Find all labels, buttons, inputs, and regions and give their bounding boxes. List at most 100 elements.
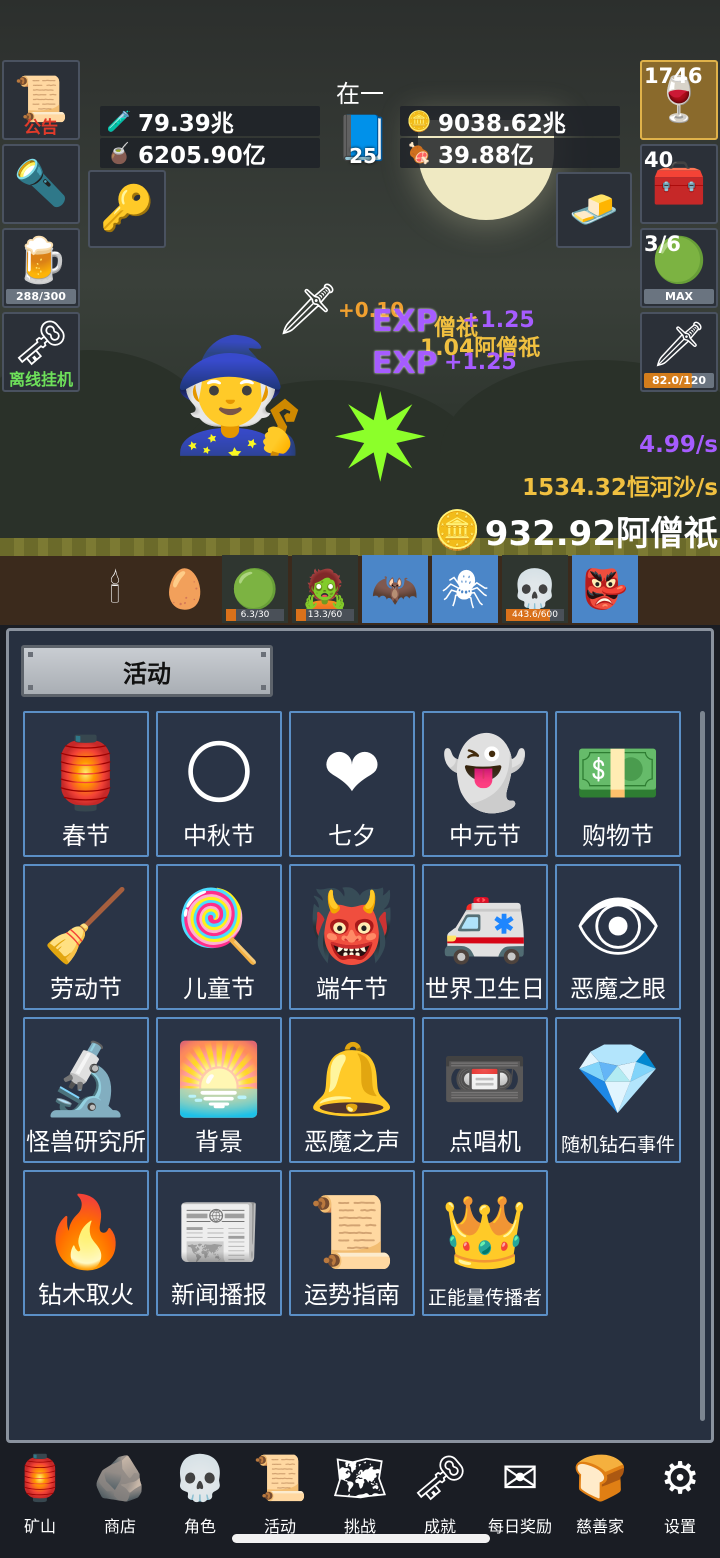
activity-tile-label: 正能量传播者 <box>427 1287 542 1309</box>
heart-icon: ❤ <box>322 732 382 814</box>
monster-slot[interactable]: 🦇 <box>362 555 428 623</box>
golden-key-icon: 🔑 <box>99 183 155 234</box>
ghost-icon: 👻 <box>441 732 529 814</box>
nav-item-gear[interactable]: ⚙ 设置 <box>640 1449 720 1549</box>
activity-tile-label: 恶魔之声 <box>304 1128 400 1156</box>
nav-item-envelope[interactable]: ✉ 每日奖励 <box>480 1449 560 1549</box>
panel-scrollbar[interactable] <box>700 711 705 1421</box>
activity-tile[interactable]: 🧹 劳动节 <box>23 864 149 1010</box>
monster-slot[interactable]: 🥚 <box>152 555 218 623</box>
lollipop-icon: 🍭 <box>175 885 263 967</box>
monster-slot[interactable]: 💀 443.6/600 <box>502 555 568 623</box>
nav-label: 慈善家 <box>575 1517 624 1536</box>
blue-potion-icon: 🧪 <box>106 109 132 133</box>
activity-tile[interactable]: ❤ 七夕 <box>289 711 415 857</box>
key-icon: 🗝 <box>13 318 69 369</box>
activity-tile[interactable]: 👹 端午节 <box>289 864 415 1010</box>
activity-tile-label: 点唱机 <box>449 1128 521 1156</box>
beer-button[interactable]: 🍺 288/300 <box>2 228 80 308</box>
activity-tile-label: 运势指南 <box>304 1281 400 1309</box>
monster-level: 443.6/600 <box>506 609 564 621</box>
activity-tile[interactable]: 👑 正能量传播者 <box>422 1170 548 1316</box>
brush-icon: 🧹 <box>42 885 130 967</box>
activity-tile[interactable]: 💵 购物节 <box>555 711 681 857</box>
nav-item-shop[interactable]: 🪨 商店 <box>80 1449 160 1549</box>
nav-label: 角色 <box>183 1517 216 1536</box>
activity-tile-label: 春节 <box>62 822 110 850</box>
monster-slot[interactable]: 👺 <box>572 555 638 623</box>
sword-effect-icon: 🗡 <box>276 280 340 338</box>
activity-tile-label: 劳动节 <box>50 975 122 1003</box>
torch-button[interactable]: 🔦 <box>2 144 80 224</box>
gold-total: 🪙 932.92阿僧祇 <box>433 508 718 554</box>
eye-icon: 👁 <box>573 885 663 967</box>
shop-icon: 🪨 <box>92 1453 148 1504</box>
monster-slot[interactable]: 🟢 6.3/30 <box>222 555 288 623</box>
dragon-mask-icon: 👹 <box>308 885 396 967</box>
activity-tile[interactable]: 🔥 钻木取火 <box>23 1170 149 1316</box>
gold-bar-button[interactable]: 🧈 <box>556 172 632 248</box>
gear-icon: ⚙ <box>660 1453 700 1504</box>
bell-icon: 🔔 <box>308 1038 396 1120</box>
nav-item-lantern[interactable]: 🏮 矿山 <box>0 1449 80 1549</box>
activity-panel: 活动 🏮 春节 🌕 中秋节 ❤ 七夕 👻 中元节 💵 购物节 🧹 劳动节 🍭 儿童节 👹 端午节 🚑 世界卫生日 👁… <box>6 628 714 1443</box>
monster-slot[interactable]: 🕯 <box>82 555 148 623</box>
activity-tile[interactable]: 🔔 恶魔之声 <box>289 1017 415 1163</box>
moon-icon: 🌕 <box>182 732 256 814</box>
potion-button[interactable]: 🍷 1746 <box>640 60 718 140</box>
nav-label: 设置 <box>663 1517 696 1536</box>
activity-tile[interactable]: 🔬 怪兽研究所 <box>23 1017 149 1163</box>
ambulance-icon: 🚑 <box>441 885 529 967</box>
crown-icon: 👑 <box>441 1191 529 1273</box>
resource-coin: 🪙 9038.62兆 <box>400 106 620 137</box>
activity-tile[interactable]: 🍭 儿童节 <box>156 864 282 1010</box>
activity-tile-label: 钻木取火 <box>38 1281 134 1309</box>
nav-item-skull[interactable]: 💀 角色 <box>160 1449 240 1549</box>
activity-tile-label: 中元节 <box>449 822 521 850</box>
fire-stick-icon: 🔥 <box>42 1191 130 1273</box>
book-button[interactable]: 📘 25 <box>328 108 398 168</box>
resource-meat: 🍖 39.88亿 <box>400 138 620 169</box>
monster-slot[interactable]: 🧟 13.3/60 <box>292 555 358 623</box>
skull-icon: 💀 <box>172 1453 228 1504</box>
slime-button[interactable]: 🟢 3/6 MAX <box>640 228 718 308</box>
activity-tile[interactable]: 📜 运势指南 <box>289 1170 415 1316</box>
witch-character: 🧙 <box>170 331 307 459</box>
notice-button[interactable]: 📜 公告 <box>2 60 80 140</box>
newspaper-icon: 📰 <box>175 1191 263 1273</box>
exp-rate: 4.99/s <box>639 432 718 458</box>
activity-tile-label: 怪兽研究所 <box>26 1128 146 1156</box>
fortune-icon: 📜 <box>308 1191 396 1273</box>
level-badge: 25 <box>349 144 377 168</box>
offline-idle-button[interactable]: 🗝 离线挂机 <box>2 312 80 392</box>
activity-tile[interactable]: 🌕 中秋节 <box>156 711 282 857</box>
sword-button[interactable]: 🗡 82.0/120 <box>640 312 718 392</box>
nav-item-bread[interactable]: 🍞 慈善家 <box>560 1449 640 1549</box>
activity-tile-label: 新闻播报 <box>171 1281 267 1309</box>
beer-mug-icon: 🍺 <box>13 235 69 286</box>
nav-label: 商店 <box>103 1517 136 1536</box>
gold-bar-icon: 🧈 <box>569 187 619 233</box>
slime-count: 3/6 <box>644 232 681 256</box>
lantern-icon: 🏮 <box>42 732 130 814</box>
activity-tile-label: 背景 <box>195 1128 243 1156</box>
chest-button[interactable]: 🧰 40 <box>640 144 718 224</box>
monster-slot[interactable]: 🕷 <box>432 555 498 623</box>
activity-tile[interactable]: 🏮 春节 <box>23 711 149 857</box>
tab-activity[interactable]: 活动 <box>21 645 273 697</box>
activity-tile[interactable]: 📼 点唱机 <box>422 1017 548 1163</box>
activity-tile[interactable]: 👻 中元节 <box>422 711 548 857</box>
activity-tile[interactable]: 👁 恶魔之眼 <box>555 864 681 1010</box>
activity-tile[interactable]: 📰 新闻播报 <box>156 1170 282 1316</box>
activity-tile[interactable]: 🌅 背景 <box>156 1017 282 1163</box>
slime-icon: 🟢 <box>231 566 279 611</box>
cassette-icon: 📼 <box>441 1038 529 1120</box>
activity-tile[interactable]: 🚑 世界卫生日 <box>422 864 548 1010</box>
activity-tile[interactable]: 💎 随机钻石事件 <box>555 1017 681 1163</box>
notice-label: 公告 <box>24 118 58 138</box>
resource-blue-potion: 🧪 79.39兆 <box>100 106 320 137</box>
golden-key-button[interactable]: 🔑 <box>88 170 166 248</box>
nav-label: 矿山 <box>23 1517 56 1536</box>
orc-icon: 👺 <box>581 566 629 611</box>
home-indicator <box>232 1534 490 1543</box>
